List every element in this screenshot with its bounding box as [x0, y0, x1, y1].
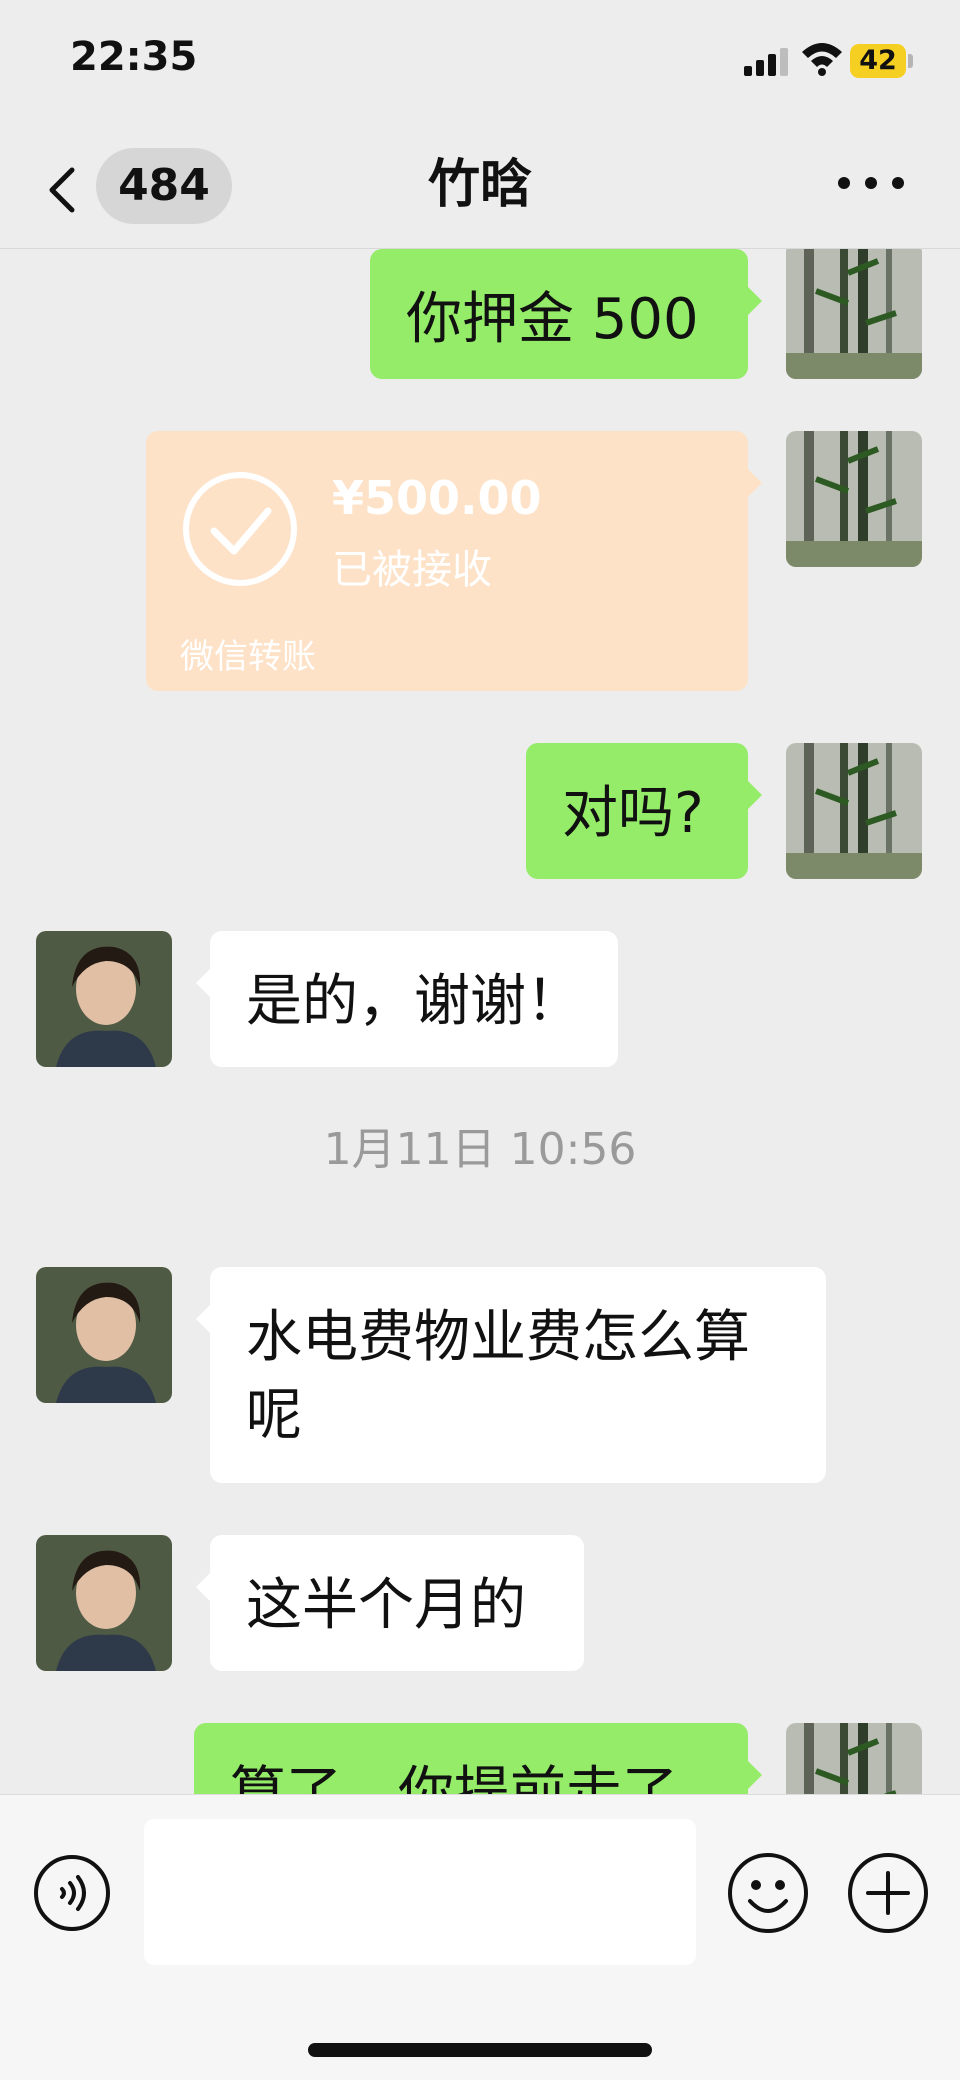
chat-title: 竹晗	[427, 155, 532, 215]
message-input-bar	[0, 1794, 960, 2080]
my-avatar[interactable]	[786, 431, 922, 567]
check-circle-icon	[183, 472, 297, 586]
chevron-left-icon	[49, 167, 75, 213]
bamboo-avatar-image	[786, 1723, 922, 1794]
status-bar: 22:35 42	[0, 0, 960, 120]
cellular-signal-icon	[744, 48, 788, 76]
emoji-icon[interactable]	[726, 1851, 810, 1935]
message-text: 这半个月的	[246, 1573, 526, 1638]
portrait-avatar-image	[36, 1535, 172, 1671]
message-text: 是的，谢谢！	[246, 969, 582, 1034]
home-indicator[interactable]	[308, 2043, 652, 2057]
battery-cap	[908, 54, 913, 68]
bubble-tail	[748, 287, 762, 315]
more-options-icon[interactable]	[836, 168, 906, 198]
bamboo-avatar-image	[786, 431, 922, 567]
message-bubble-received[interactable]: 这半个月的	[196, 1535, 584, 1671]
voice-input-icon[interactable]	[32, 1853, 112, 1933]
transfer-amount: ¥500.00	[332, 471, 542, 525]
bubble-tail	[748, 1761, 762, 1789]
transfer-label: 微信转账	[180, 637, 316, 677]
portrait-avatar-image	[36, 931, 172, 1067]
wechat-transfer-card[interactable]: ¥500.00 已被接收 微信转账	[146, 431, 762, 691]
message-text: 你押金 500	[406, 287, 699, 352]
bubble-tail	[196, 969, 210, 997]
contact-avatar[interactable]	[36, 931, 172, 1067]
bubble-tail	[748, 469, 762, 497]
chat-header: 484 竹晗	[0, 120, 960, 249]
my-avatar[interactable]	[786, 1723, 922, 1794]
transfer-status: 已被接收	[332, 547, 492, 593]
message-bubble-sent[interactable]: 你押金 500	[370, 249, 762, 379]
message-bubble-sent[interactable]: 算了，你提前走了	[194, 1723, 762, 1794]
contact-avatar[interactable]	[36, 1535, 172, 1671]
bubble-tail	[196, 1305, 210, 1333]
my-avatar[interactable]	[786, 249, 922, 379]
wifi-icon	[802, 43, 842, 76]
message-text: 算了，你提前走了	[230, 1761, 678, 1794]
message-bubble-received[interactable]: 水电费物业费怎么算呢	[196, 1267, 826, 1483]
back-button[interactable]: 484	[44, 148, 234, 224]
bamboo-avatar-image	[786, 249, 922, 379]
my-avatar[interactable]	[786, 743, 922, 879]
bubble-tail	[196, 1573, 210, 1601]
unread-count-badge: 484	[96, 148, 232, 224]
message-text: 水电费物业费怎么算呢	[246, 1305, 750, 1448]
bubble-tail	[748, 781, 762, 809]
message-text: 对吗?	[562, 781, 704, 846]
portrait-avatar-image	[36, 1267, 172, 1403]
chat-history[interactable]: 你押金 500 ¥500.00 已被接收 微信转账 对吗? 是的，谢谢！ 1月1…	[0, 249, 960, 1794]
battery-indicator: 42	[850, 44, 906, 78]
bamboo-avatar-image	[786, 743, 922, 879]
message-bubble-sent[interactable]: 对吗?	[526, 743, 762, 879]
plus-icon[interactable]	[846, 1851, 930, 1935]
message-bubble-received[interactable]: 是的，谢谢！	[196, 931, 618, 1067]
status-time: 22:35	[70, 34, 198, 80]
contact-avatar[interactable]	[36, 1267, 172, 1403]
message-input[interactable]	[144, 1819, 696, 1965]
chat-timestamp: 1月11日 10:56	[323, 1124, 637, 1175]
